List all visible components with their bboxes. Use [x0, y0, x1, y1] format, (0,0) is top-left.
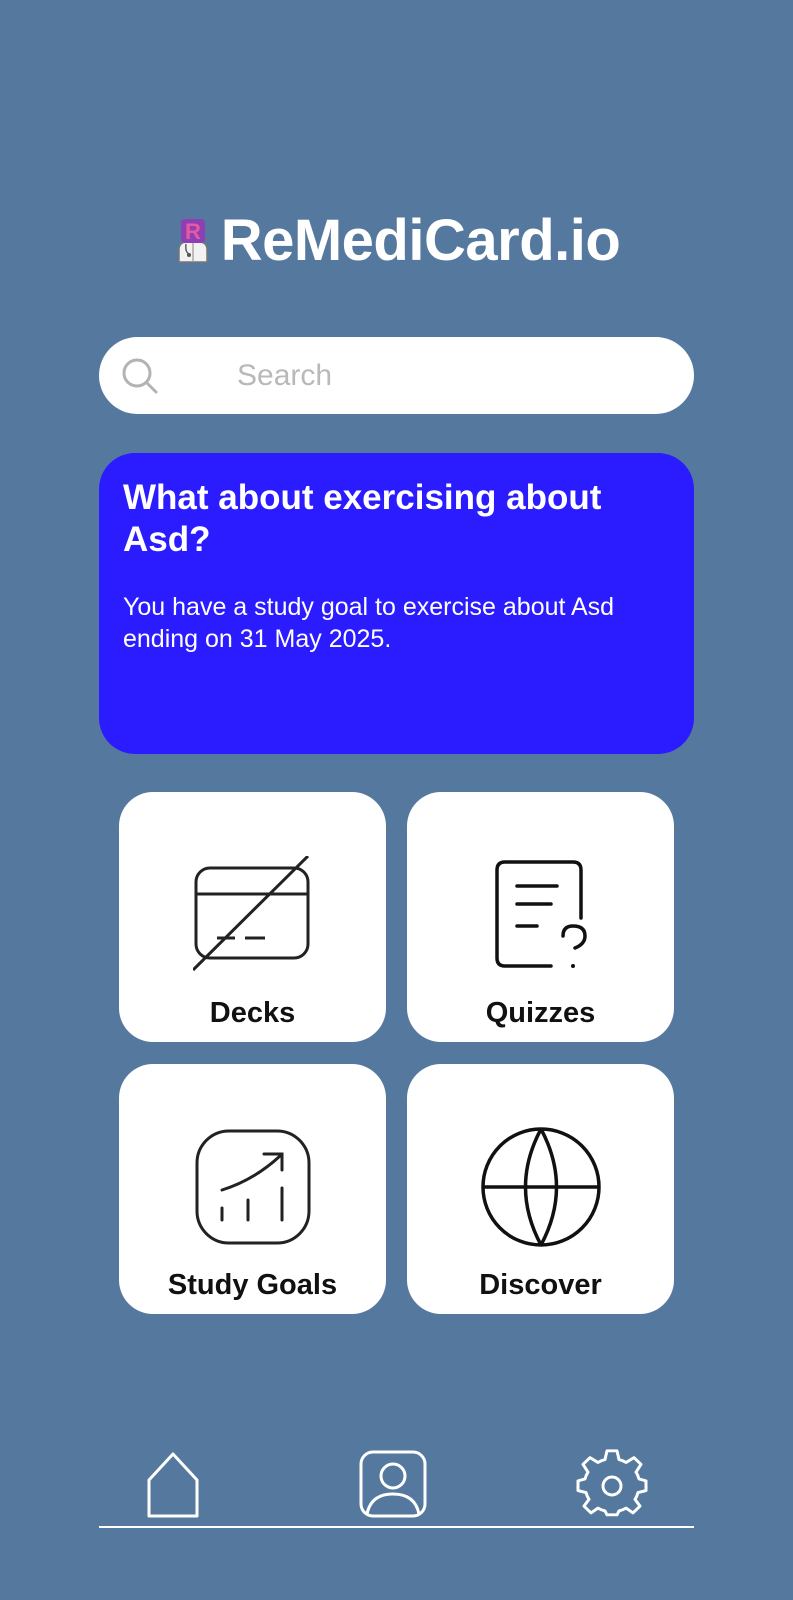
- search-icon: [121, 357, 159, 395]
- decks-tile[interactable]: Decks: [119, 792, 386, 1042]
- nav-profile-button[interactable]: [357, 1448, 429, 1520]
- card-slash-icon: [192, 856, 309, 972]
- discover-label: Discover: [479, 1269, 602, 1301]
- banner-title: What about exercising about Asd?: [123, 478, 602, 559]
- decks-label: Decks: [209, 997, 296, 1029]
- app-header: R ReMediCard.io: [0, 200, 793, 280]
- gear-icon: [576, 1449, 648, 1517]
- study-goals-label: Study Goals: [167, 1269, 338, 1301]
- globe-icon: [480, 1127, 601, 1247]
- profile-icon: [359, 1450, 427, 1518]
- nav-divider: [99, 1526, 694, 1528]
- search-input[interactable]: [237, 337, 657, 414]
- quizzes-tile[interactable]: Quizzes: [407, 792, 674, 1042]
- app-logo-icon: R: [173, 216, 213, 264]
- study-goals-tile[interactable]: Study Goals: [119, 1064, 386, 1314]
- home-screen: R ReMediCard.io What about exercising ab…: [0, 0, 793, 1600]
- svg-text:R: R: [185, 219, 201, 244]
- study-goal-banner[interactable]: What about exercising about Asd? You hav…: [99, 453, 694, 754]
- discover-tile[interactable]: Discover: [407, 1064, 674, 1314]
- banner-text: You have a study goal to exercise about …: [123, 593, 615, 653]
- quizzes-label: Quizzes: [485, 997, 596, 1029]
- search-bar[interactable]: [99, 337, 694, 414]
- quiz-document-icon: [494, 860, 587, 968]
- home-icon: [147, 1452, 199, 1518]
- nav-settings-button[interactable]: [576, 1448, 648, 1520]
- nav-home-button[interactable]: [137, 1448, 209, 1520]
- chart-trend-icon: [195, 1129, 310, 1245]
- bottom-nav: [0, 1440, 793, 1540]
- app-title: ReMediCard.io: [220, 207, 621, 273]
